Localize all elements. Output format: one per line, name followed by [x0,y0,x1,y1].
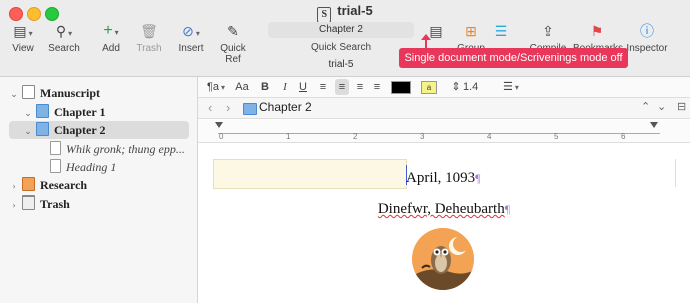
compile-share-icon: ⇪ [542,23,554,39]
binder-item-manuscript[interactable]: ⌄ Manuscript [9,84,100,102]
ruler-mark-5: 5 [554,132,559,141]
line-spacing-icon[interactable]: ⇕ [450,79,462,95]
inspector-button[interactable]: ⓘ Inspector [626,22,668,54]
view-button[interactable]: ▤ ▾ View [9,22,37,54]
window-toolbar: Strial-5 ▤ ▾ View ⚲ ▾ Search + ▾ Add 🗑 Tras… [0,0,690,77]
outline-mode-button[interactable]: ☰ [492,22,510,40]
ruler-mark-6: 6 [621,132,626,141]
binder-item-chapter-2[interactable]: ⌄ Chapter 2 [9,121,189,139]
split-editor-icon[interactable]: ⊟ [677,100,686,113]
binder-sidebar: ⌄ Manuscript ⌄ Chapter 1 ⌄ Chapter 2 Whik g… [0,77,198,303]
quick-ref-button[interactable]: ✎ Quick Ref [213,22,253,65]
single-document-mode-button[interactable]: ▤ [429,22,443,40]
chevron-down-icon[interactable]: ⌄ [23,122,33,140]
folder-icon [36,122,49,136]
ruler-mark-1: 1 [286,132,291,141]
insert-button[interactable]: ⊘ ▾ Insert [176,22,206,54]
text-color-swatch[interactable] [391,81,411,94]
bold-button[interactable]: B [258,79,272,95]
chevron-down-icon[interactable]: ⌄ [657,100,666,113]
right-indent-marker[interactable] [650,122,658,128]
bookmark-icon: ⚑ [590,23,604,39]
annotation-callout: Single document mode/Scrivenings mode of… [399,48,628,68]
first-line-indent-marker[interactable] [215,122,223,128]
document-line-date: April, 1093¶ [406,170,481,186]
binder-item-research[interactable]: › Research [9,176,87,194]
owl-illustration-image [412,228,474,290]
window-title: Strial-5 [0,3,690,23]
quick-search-label: Quick Search [310,42,372,53]
trash-icon [22,195,35,210]
document-line-place: Dinefwr, Deheubarth¶ [377,201,511,217]
forward-arrow-icon[interactable]: › [226,100,230,115]
highlighted-text-box [213,159,407,189]
trash-button[interactable]: 🗑 Trash [136,22,162,54]
margin-guide [675,159,676,187]
chevron-down-icon[interactable]: ⌄ [23,104,33,122]
add-button[interactable]: + ▾ Add [96,22,126,54]
ruler[interactable]: 0 1 2 3 4 5 6 [198,120,690,143]
chevron-right-icon[interactable]: › [9,177,19,195]
font-button[interactable]: Aa [234,79,250,95]
editor-text-area[interactable]: April, 1093¶ Dinefwr, Deheubarth¶ [198,143,690,303]
ruler-mark-2: 2 [353,132,358,141]
scrivener-document-icon: S [317,7,332,23]
chevron-right-icon[interactable]: › [9,196,19,214]
ruler-baseline [218,133,660,134]
document-title[interactable]: Chapter 2 [259,100,312,114]
paragraph-style-button[interactable]: ¶a ▾ [206,79,226,95]
folder-icon [243,103,257,115]
format-bar: ¶a ▾ Aa B I U ≡ ≡ ≡ ≡ a ⇕ 1.4 ☰ ▾ [198,77,690,98]
chevron-down-icon[interactable]: ⌄ [9,85,19,103]
ruler-mark-0: 0 [219,132,224,141]
search-icon: ⚲ ▾ [55,23,73,39]
ruler-mark-4: 4 [487,132,492,141]
manuscript-icon [22,85,35,99]
justify-button[interactable]: ≡ [370,79,384,95]
ruler-mark-3: 3 [420,132,425,141]
highlight-color-swatch[interactable]: a [421,81,437,94]
chevron-up-icon[interactable]: ⌃ [641,100,650,113]
search-button[interactable]: ⚲ ▾ Search [48,22,80,54]
info-icon: ⓘ [640,23,654,39]
binder-item-whik-gronk[interactable]: Whik gronk; thung epp... [47,140,185,158]
binder-item-chapter-1[interactable]: ⌄ Chapter 1 [23,103,105,121]
trash-can-icon: 🗑 [140,23,158,39]
align-left-button[interactable]: ≡ [316,79,330,95]
italic-button[interactable]: I [278,79,292,95]
page-icon [50,141,61,155]
list-button[interactable]: ☰ ▾ [500,79,522,95]
page-icon [50,159,61,173]
view-icon: ▤ ▾ [13,23,33,39]
single-document-icon: ▤ [429,23,443,39]
align-right-button[interactable]: ≡ [353,79,367,95]
project-subtitle: trial-5 [328,59,354,70]
paperclip-icon: ⊘ ▾ [182,23,200,39]
align-center-button[interactable]: ≡ [335,79,349,95]
outline-icon: ☰ [494,23,508,39]
quick-ref-icon: ✎ [227,23,239,39]
editor-header: ‹ › Chapter 2 ⌃ ⌄ ⊟ [198,98,690,119]
binder-item-trash[interactable]: › Trash [9,195,70,213]
underline-button[interactable]: U [296,79,310,95]
quick-search-field[interactable]: Chapter 2 [268,22,414,38]
owl-icon [412,228,474,290]
plus-icon: + ▾ [103,22,119,39]
binder-item-heading-1[interactable]: Heading 1 [47,158,116,176]
back-arrow-icon[interactable]: ‹ [208,100,212,115]
group-mode-icon: ⊞ [465,23,477,39]
research-folder-icon [22,177,35,191]
line-spacing-value[interactable]: 1.4 [463,79,478,95]
folder-icon [36,104,49,118]
